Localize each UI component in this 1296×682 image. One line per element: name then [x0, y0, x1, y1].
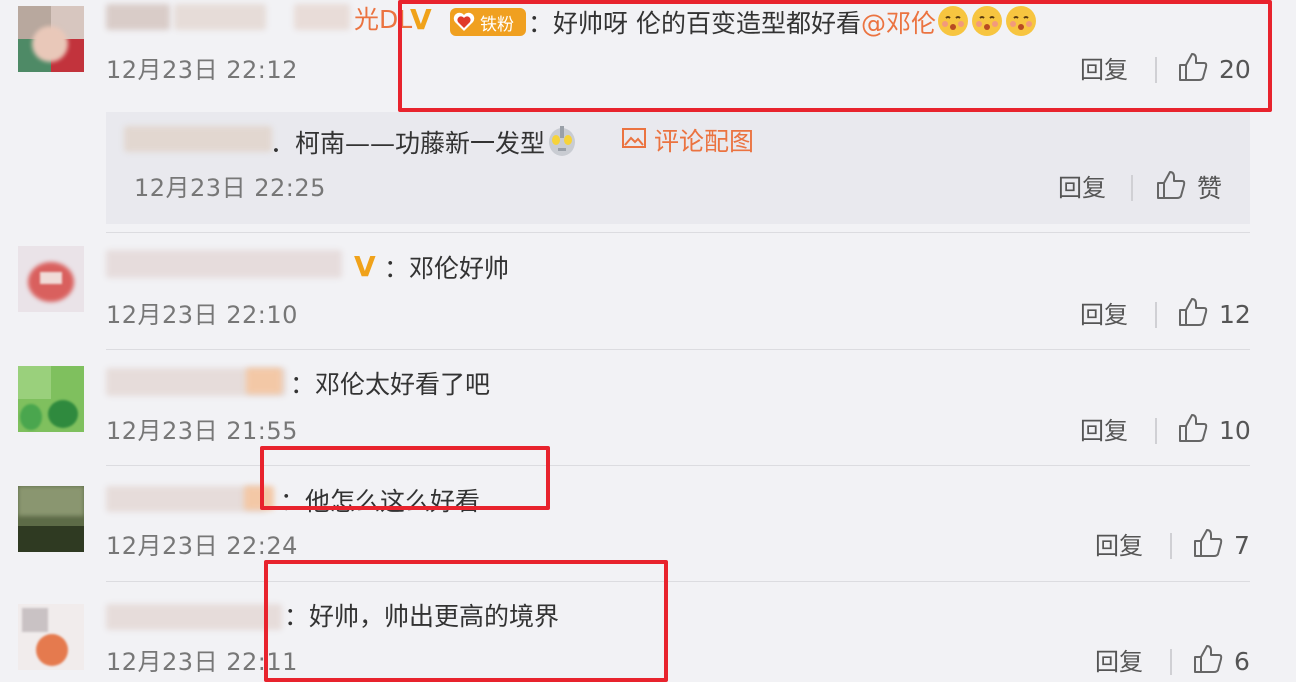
thumbs-up-icon: [1155, 169, 1187, 205]
like-button[interactable]: 6: [1192, 644, 1250, 678]
divider: [106, 349, 1250, 350]
verified-badge-icon: V: [410, 3, 432, 36]
username-fragment[interactable]: 光DL: [354, 4, 412, 36]
like-count: 7: [1234, 530, 1250, 560]
reply-button[interactable]: 回复: [1095, 647, 1143, 677]
divider: [106, 232, 1250, 233]
comment-time: 12月23日 22:10: [106, 301, 298, 329]
emoji-kiss-icon: [936, 4, 970, 38]
reply-button[interactable]: 回复: [1080, 55, 1128, 85]
like-button[interactable]: 赞: [1155, 170, 1222, 204]
like-count: 10: [1219, 415, 1251, 445]
avatar[interactable]: [18, 604, 84, 670]
thumbs-up-icon: [1177, 412, 1209, 448]
comment-text: ：他怎么这么好看: [280, 487, 481, 516]
separator: [1155, 57, 1157, 83]
like-count: 20: [1219, 54, 1251, 84]
emoji-kiss-icon: [1004, 4, 1038, 38]
separator: [1131, 175, 1133, 201]
like-count: 12: [1219, 299, 1251, 329]
heart-icon: [452, 10, 476, 34]
comment-time: 12月23日 22:12: [106, 56, 298, 84]
reply-button[interactable]: 回复: [1095, 531, 1143, 561]
comment-time: 12月23日 22:11: [106, 648, 298, 676]
thumbs-up-icon: [1192, 527, 1224, 563]
like-button[interactable]: 20: [1177, 52, 1251, 86]
comment-image-link[interactable]: 评论配图: [622, 124, 754, 156]
separator: [1155, 418, 1157, 444]
separator: [1155, 302, 1157, 328]
comment-time: 12月23日 22:25: [134, 174, 326, 202]
avatar[interactable]: [18, 486, 84, 552]
mention-link[interactable]: @邓伦: [861, 9, 936, 38]
comment-time: 12月23日 21:55: [106, 417, 298, 445]
username-redacted[interactable]: [106, 250, 342, 278]
avatar[interactable]: [18, 366, 84, 432]
like-count: 6: [1234, 646, 1250, 676]
reply-button[interactable]: 回复: [1058, 173, 1106, 203]
like-button[interactable]: 7: [1192, 528, 1250, 562]
thumbs-up-icon: [1192, 643, 1224, 679]
username-redacted: [294, 4, 350, 30]
like-label: 赞: [1197, 174, 1223, 203]
comment-text: ：好帅呀 伦的百变造型都好看@邓伦: [528, 4, 1038, 40]
comment-text: ：邓伦好帅: [384, 254, 510, 283]
thumbs-up-icon: [1177, 296, 1209, 332]
reply-button[interactable]: 回复: [1080, 300, 1128, 330]
fan-badge: 铁粉: [450, 8, 526, 36]
like-button[interactable]: 12: [1177, 297, 1251, 331]
avatar[interactable]: [18, 6, 84, 72]
reply-button[interactable]: 回复: [1080, 416, 1128, 446]
comment-text: ．柯南——功藤新一发型: [270, 124, 579, 160]
username-redacted[interactable]: [106, 486, 266, 512]
like-button[interactable]: 10: [1177, 413, 1251, 447]
username-redacted: [174, 4, 266, 30]
divider: [106, 581, 1250, 582]
emoji-kiss-icon: [970, 4, 1004, 38]
verified-badge-icon: V: [354, 250, 376, 283]
username-redacted[interactable]: [124, 126, 272, 152]
comment-time: 12月23日 22:24: [106, 532, 298, 560]
divider: [106, 465, 1250, 466]
username-redacted: [246, 368, 282, 394]
username-redacted[interactable]: [106, 604, 282, 630]
thumbs-up-icon: [1177, 51, 1209, 87]
username-redacted[interactable]: [106, 4, 170, 30]
fan-badge-label: 铁粉: [480, 14, 514, 35]
avatar[interactable]: [18, 246, 84, 312]
separator: [1170, 533, 1172, 559]
comment-text: ：好帅，帅出更高的境界: [284, 602, 560, 631]
comment-image-label: 评论配图: [654, 127, 755, 156]
image-icon: [622, 127, 646, 153]
ultraman-emoji-icon: [545, 124, 579, 158]
comment-text: ：邓伦太好看了吧: [290, 370, 491, 399]
separator: [1170, 649, 1172, 675]
username-redacted: [244, 486, 274, 510]
